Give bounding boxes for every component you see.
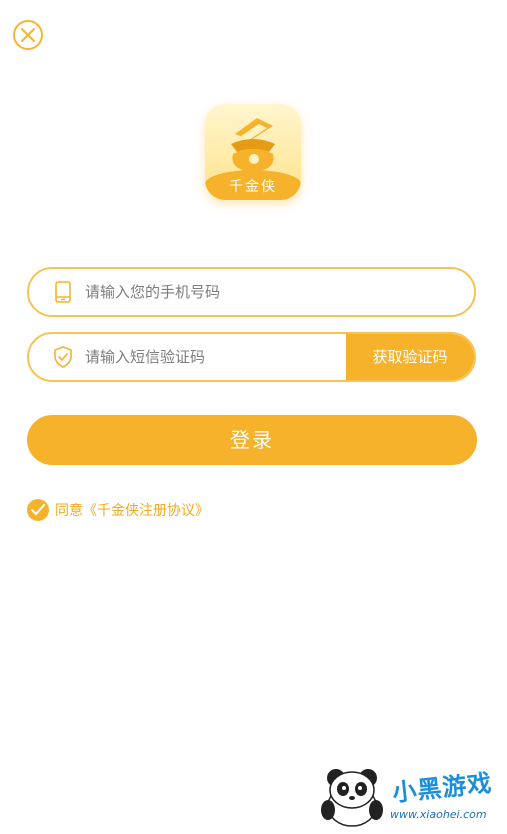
watermark-logo: 小黑游戏 www.xiaohei.com (312, 764, 502, 830)
watermark-brand: 小黑游戏 (391, 768, 494, 808)
watermark-url: www.xiaohei.com (390, 808, 487, 821)
verification-code-field[interactable]: 获取验证码 (27, 332, 476, 382)
panda-mascot-icon (321, 769, 383, 827)
phone-input[interactable] (85, 269, 465, 315)
app-logo: 千金侠 (205, 104, 301, 200)
login-button[interactable]: 登录 (27, 415, 477, 465)
agreement-row[interactable]: 同意《千金侠注册协议》 (27, 498, 209, 522)
shield-icon (54, 346, 72, 368)
close-icon (21, 28, 35, 42)
verification-code-input[interactable] (85, 334, 345, 380)
close-button[interactable] (13, 20, 43, 50)
agreement-checkbox[interactable] (27, 499, 49, 521)
get-code-button[interactable]: 获取验证码 (346, 334, 474, 380)
phone-icon (55, 281, 71, 303)
phone-field[interactable] (27, 267, 476, 317)
gold-bag-app-icon (231, 118, 275, 172)
check-icon (31, 504, 45, 516)
app-icon-label: 千金侠 (205, 170, 301, 200)
agreement-link[interactable]: 同意《千金侠注册协议》 (55, 500, 209, 520)
